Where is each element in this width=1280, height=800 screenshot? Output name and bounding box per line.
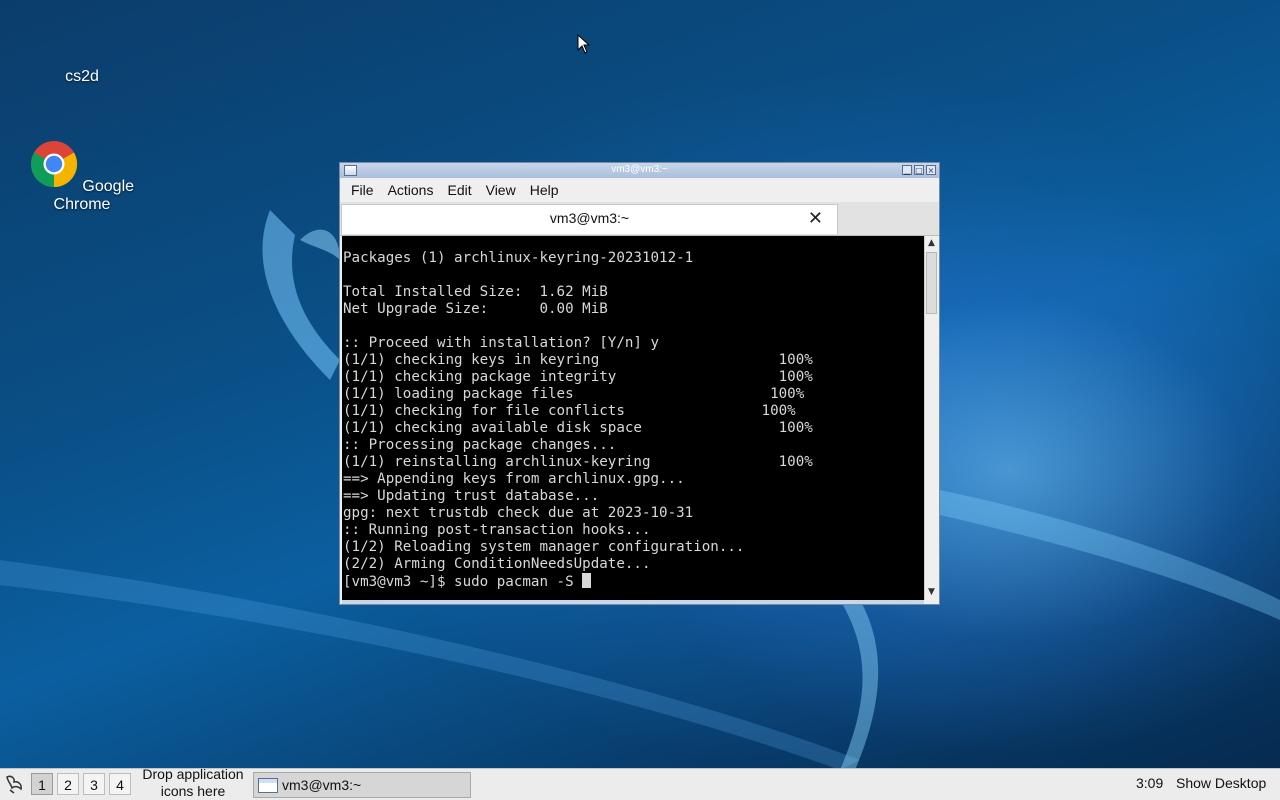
terminal-line: (1/1) checking for file conflicts 100% <box>343 403 796 419</box>
show-desktop-button[interactable]: Show Desktop <box>1176 775 1266 791</box>
text-cursor <box>582 573 592 588</box>
desktop-icon-google-chrome[interactable]: Google Chrome <box>14 140 150 214</box>
clock[interactable]: 3:09 <box>1136 775 1163 791</box>
mouse-pointer-icon <box>577 34 591 54</box>
taskbar: 1 2 3 4 Drop application icons here vm3@… <box>0 766 1280 800</box>
terminal-line: (1/1) checking package integrity 100% <box>343 369 813 385</box>
menu-view[interactable]: View <box>479 182 523 198</box>
desktop-icon-label: cs2d <box>65 68 99 85</box>
taskbar-window-button[interactable]: vm3@vm3:~ <box>253 772 471 798</box>
taskbar-window-label: vm3@vm3:~ <box>282 777 362 793</box>
terminal-output[interactable]: Packages (1) archlinux-keyring-20231012-… <box>342 236 924 600</box>
application-menu-icon[interactable] <box>2 772 26 796</box>
scroll-down-icon[interactable]: ▼ <box>925 586 938 599</box>
menu-help[interactable]: Help <box>523 182 566 198</box>
terminal-window: vm3@vm3:~ ▁ □ × File Actions Edit View H… <box>339 162 940 605</box>
workspace-3-button[interactable]: 3 <box>83 773 105 795</box>
terminal-line: Net Upgrade Size: 0.00 MiB <box>343 301 608 317</box>
window-titlebar[interactable]: vm3@vm3:~ ▁ □ × <box>340 163 939 178</box>
drop-hint-line1: Drop application <box>142 766 244 782</box>
terminal-line: :: Proceed with installation? [Y/n] y <box>343 335 660 351</box>
chrome-icon <box>30 141 78 188</box>
terminal-line: (1/1) loading package files 100% <box>343 386 805 402</box>
vertical-scrollbar[interactable]: ▲ ▼ <box>924 236 938 600</box>
workspace-4-button[interactable]: 4 <box>109 773 131 795</box>
tab-label: vm3@vm3:~ <box>549 210 630 226</box>
menu-edit[interactable]: Edit <box>440 182 478 198</box>
terminal-line: (1/2) Reloading system manager configura… <box>343 539 745 555</box>
close-button[interactable]: × <box>926 165 936 175</box>
desktop-icon-cs2d[interactable]: cs2d <box>40 68 124 86</box>
terminal-line: (1/1) checking available disk space 100% <box>343 420 813 436</box>
terminal-text: Packages (1) archlinux-keyring-20231012-… <box>342 236 924 591</box>
window-title: vm3@vm3:~ <box>611 164 668 175</box>
terminal-line: Packages (1) archlinux-keyring-20231012-… <box>343 250 694 266</box>
scrollbar-thumb[interactable] <box>926 252 937 314</box>
maximize-button[interactable]: □ <box>914 165 924 175</box>
drop-hint-line2: icons here <box>160 783 226 799</box>
menu-file[interactable]: File <box>344 182 381 198</box>
terminal-line: gpg: next trustdb check due at 2023-10-3… <box>343 505 694 521</box>
minimize-button[interactable]: ▁ <box>902 165 912 175</box>
menu-actions[interactable]: Actions <box>381 182 441 198</box>
window-bottom-border <box>342 600 924 604</box>
tab-close-icon[interactable]: ✕ <box>808 208 823 229</box>
terminal-line: ==> Appending keys from archlinux.gpg... <box>343 471 685 487</box>
terminal-line: (1/1) reinstalling archlinux-keyring 100… <box>343 454 813 470</box>
terminal-line: :: Processing package changes... <box>343 437 617 453</box>
terminal-line: :: Running post-transaction hooks... <box>343 522 651 538</box>
terminal-line: (1/1) checking keys in keyring 100% <box>343 352 813 368</box>
terminal-line: (2/2) Arming ConditionNeedsUpdate... <box>343 556 651 572</box>
scroll-up-icon[interactable]: ▲ <box>925 237 938 250</box>
window-icon <box>258 777 278 793</box>
terminal-line: Total Installed Size: 1.62 MiB <box>343 284 608 300</box>
tab-terminal[interactable]: vm3@vm3:~ ✕ <box>341 204 838 234</box>
menubar: File Actions Edit View Help <box>340 178 939 202</box>
terminal-prompt: [vm3@vm3 ~]$ sudo pacman -S <box>343 574 583 590</box>
terminal-line: ==> Updating trust database... <box>343 488 600 504</box>
workspace-2-button[interactable]: 2 <box>57 773 79 795</box>
launcher-drop-zone[interactable]: Drop application icons here <box>133 766 253 800</box>
workspace-1-button[interactable]: 1 <box>31 773 53 795</box>
tab-bar: vm3@vm3:~ ✕ <box>340 202 939 236</box>
